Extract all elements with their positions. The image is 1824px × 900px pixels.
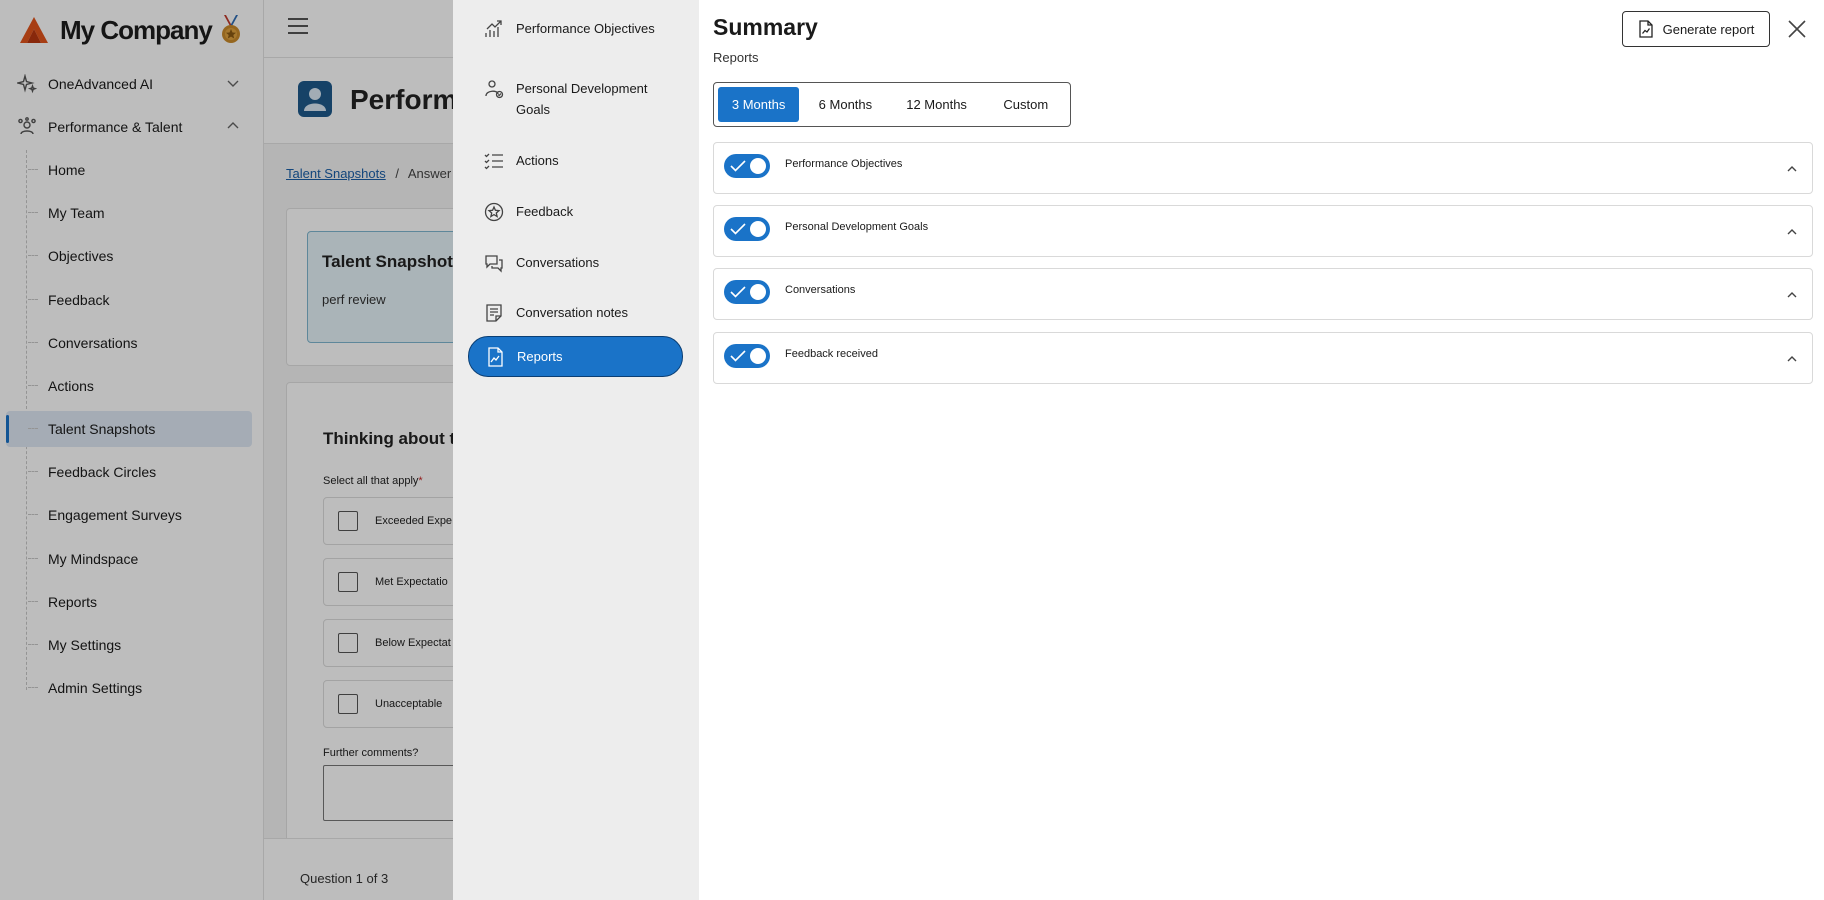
- summary-panel: Summary Reports Generate report 3 Months…: [699, 0, 1824, 900]
- panel-nav-reports[interactable]: Reports: [468, 336, 683, 377]
- panel-nav-actions[interactable]: Actions: [468, 141, 683, 180]
- chevron-up-icon[interactable]: [1786, 226, 1798, 238]
- chevron-up-icon[interactable]: [1786, 289, 1798, 301]
- panel-nav-conversations[interactable]: Conversations: [468, 243, 683, 282]
- section-conversations[interactable]: Conversations: [713, 268, 1813, 320]
- checklist-icon: [484, 153, 503, 170]
- section-feedback-received[interactable]: Feedback received: [713, 332, 1813, 384]
- section-label: Conversations: [785, 284, 856, 296]
- close-icon[interactable]: [1786, 18, 1808, 40]
- panel-nav-label: Actions: [516, 153, 559, 168]
- panel-nav-label: Reports: [517, 349, 563, 364]
- panel-nav-label: Conversation notes: [516, 305, 629, 320]
- section-toggle[interactable]: [724, 280, 770, 304]
- period-6-months-button[interactable]: 6 Months: [804, 87, 886, 122]
- generate-report-label: Generate report: [1662, 21, 1755, 37]
- section-label: Personal Development Goals: [785, 221, 929, 233]
- section-label: Performance Objectives: [785, 158, 903, 170]
- chart-up-icon: [485, 20, 502, 37]
- section-toggle[interactable]: [724, 217, 770, 241]
- panel-subtitle: Reports: [713, 50, 759, 65]
- period-12-months-button[interactable]: 12 Months: [892, 87, 982, 122]
- panel-nav-label: Conversations: [516, 255, 600, 270]
- section-toggle[interactable]: [724, 154, 770, 178]
- report-panel-nav: Performance Objectives Personal Developm…: [453, 0, 699, 900]
- panel-nav-label: Performance Objectives: [516, 21, 655, 36]
- period-custom-button[interactable]: Custom: [987, 87, 1065, 122]
- panel-nav-personal-development-goals[interactable]: Personal Development Goals: [468, 69, 683, 129]
- panel-nav-performance-objectives[interactable]: Performance Objectives: [468, 9, 683, 48]
- panel-nav-conversation-notes[interactable]: Conversation notes: [468, 293, 683, 332]
- chat-bubbles-icon: [485, 255, 503, 273]
- section-performance-objectives[interactable]: Performance Objectives: [713, 142, 1813, 194]
- period-selector: 3 Months 6 Months 12 Months Custom: [713, 82, 1071, 127]
- check-icon: [730, 350, 746, 362]
- panel-nav-feedback[interactable]: Feedback: [468, 192, 683, 231]
- generate-report-button[interactable]: Generate report: [1622, 11, 1770, 47]
- notes-icon: [486, 304, 502, 322]
- panel-nav-label: Feedback: [516, 204, 574, 219]
- panel-nav-label: Personal Development Goals: [516, 81, 648, 117]
- period-3-months-button[interactable]: 3 Months: [718, 87, 800, 122]
- chevron-up-icon[interactable]: [1786, 163, 1798, 175]
- person-growth-icon: [485, 80, 504, 99]
- section-personal-development-goals[interactable]: Personal Development Goals: [713, 205, 1813, 257]
- modal-scrim[interactable]: [0, 0, 453, 900]
- section-toggle[interactable]: [724, 344, 770, 368]
- check-icon: [730, 286, 746, 298]
- report-chart-icon: [488, 347, 503, 367]
- chevron-up-icon[interactable]: [1786, 353, 1798, 365]
- section-label: Feedback received: [785, 348, 878, 360]
- report-file-icon: [1638, 20, 1653, 38]
- panel-title: Summary: [713, 14, 818, 40]
- check-icon: [730, 223, 746, 235]
- star-badge-icon: [484, 202, 504, 222]
- check-icon: [730, 160, 746, 172]
